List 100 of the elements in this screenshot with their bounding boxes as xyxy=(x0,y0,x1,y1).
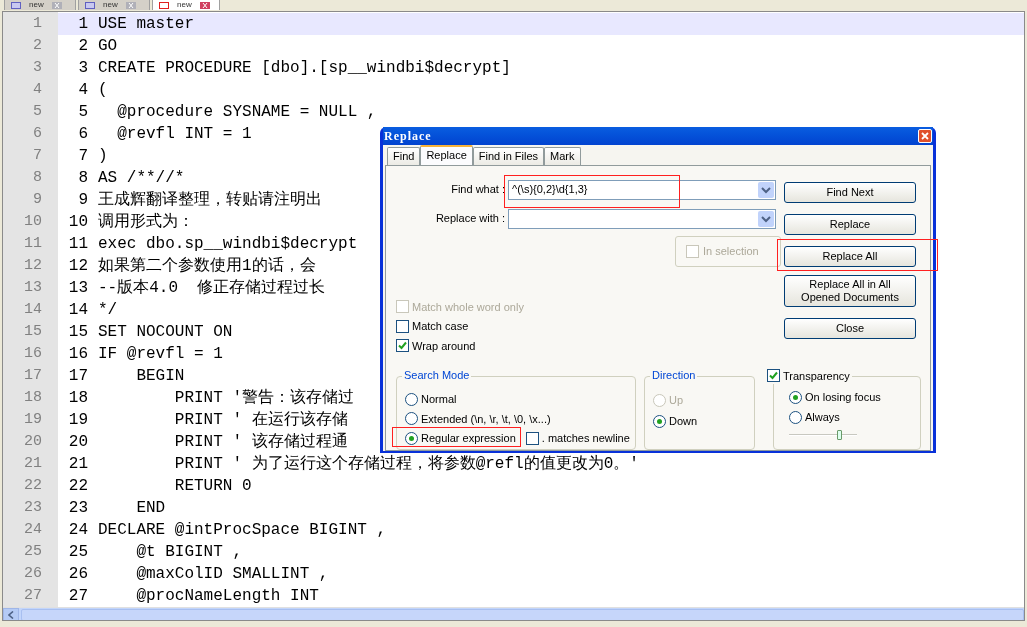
find-what-field[interactable]: ^(\s){0,2}\d{1,3} xyxy=(508,179,776,200)
code-text: @revfl INT = 1 xyxy=(116,124,252,145)
code-line-number: 11 xyxy=(67,234,88,255)
line-number: 4 xyxy=(32,80,43,100)
transparency-slider[interactable] xyxy=(789,429,857,440)
checkbox[interactable] xyxy=(396,339,409,353)
line-number: 23 xyxy=(23,498,43,518)
code-line-number: 6 xyxy=(77,124,88,145)
code-text: END xyxy=(135,498,166,519)
file-tab[interactable]: new xyxy=(4,0,76,10)
line-number: 20 xyxy=(23,432,43,452)
dialog-button[interactable]: Replace All in All Opened Documents xyxy=(784,275,916,307)
line-number: 11 xyxy=(23,234,43,254)
code-line-number: 20 xyxy=(67,432,88,453)
code-line-number: 15 xyxy=(67,322,88,343)
code-line-number: 19 xyxy=(67,410,88,431)
line-number: 13 xyxy=(23,278,43,298)
code-text: GO xyxy=(98,36,118,57)
radio-button[interactable] xyxy=(405,392,418,406)
code-text: 王成辉翻译整理，转贴请注明出 xyxy=(98,189,322,211)
close-icon xyxy=(199,1,210,9)
code-text: RETURN 0 xyxy=(173,476,252,497)
close-icon xyxy=(125,1,136,9)
line-number: 18 xyxy=(23,388,43,408)
code-line-number: 26 xyxy=(67,564,88,585)
line-number: 1 xyxy=(32,14,43,34)
code-line-number: 24 xyxy=(67,520,88,541)
code-line-number: 25 xyxy=(67,542,88,563)
file-icon xyxy=(11,1,21,9)
code-text: BEGIN xyxy=(135,366,185,387)
radio-button[interactable] xyxy=(405,412,418,426)
dialog-tab[interactable]: Find xyxy=(387,147,421,165)
line-number: 19 xyxy=(23,410,43,430)
code-text: CREATE PROCEDURE [dbo].[sp__windbi$decrypt] xyxy=(98,58,511,79)
scroll-left-button[interactable] xyxy=(3,608,19,620)
field-label: Find what : xyxy=(450,182,506,198)
code-text: exec dbo.sp__windbi$decrypt xyxy=(98,234,358,255)
line-number: 6 xyxy=(32,124,43,144)
line-number: 26 xyxy=(23,564,43,584)
code-line-number: 16 xyxy=(67,344,88,365)
radio-button[interactable] xyxy=(653,414,666,428)
line-number: 9 xyxy=(32,190,43,210)
radio-button[interactable] xyxy=(789,391,802,404)
close-icon xyxy=(51,1,62,9)
close-button[interactable] xyxy=(918,129,932,143)
checkbox-label: In selection xyxy=(703,244,759,260)
code-line-number: 9 xyxy=(77,190,88,211)
radio-button[interactable] xyxy=(405,431,418,445)
line-number: 14 xyxy=(23,300,43,320)
line-number: 10 xyxy=(23,212,43,232)
code-text: ( xyxy=(98,80,108,101)
code-line-number: 21 xyxy=(67,454,88,475)
line-number: 15 xyxy=(23,322,43,342)
code-line-number: 5 xyxy=(77,102,88,123)
line-number: 7 xyxy=(32,146,43,166)
replace-with-field[interactable] xyxy=(508,208,776,229)
code-line-number: 7 xyxy=(77,146,88,167)
radio-label: Always xyxy=(805,410,840,426)
radio-label: Down xyxy=(669,413,698,429)
dialog-button[interactable]: Replace All xyxy=(784,246,916,267)
code-text: PRINT ' 该存储过程通 xyxy=(173,431,348,453)
dialog-tab[interactable]: Replace xyxy=(420,145,473,165)
file-icon xyxy=(159,1,169,9)
code-line-number: 4 xyxy=(77,80,88,101)
code-text: PRINT ' 在运行该存储 xyxy=(173,409,348,431)
code-line-number: 8 xyxy=(77,168,88,189)
dialog-tab[interactable]: Mark xyxy=(544,147,581,165)
checkbox-label: . matches newline xyxy=(541,431,630,446)
file-tab[interactable]: new xyxy=(152,0,220,10)
code-text: --版本4.0 修正存储过程过长 xyxy=(98,278,326,299)
line-number: 2 xyxy=(32,36,43,56)
code-line-number: 2 xyxy=(77,36,88,57)
code-line-number: 3 xyxy=(77,58,88,79)
checkbox[interactable] xyxy=(767,369,780,383)
code-line-number: 17 xyxy=(67,366,88,387)
checkbox[interactable] xyxy=(525,431,539,445)
code-text: @procedure SYSNAME = NULL , xyxy=(116,102,377,123)
checkbox-label: Wrap around xyxy=(412,338,476,354)
dialog-button[interactable]: Replace xyxy=(784,214,916,235)
dialog-button[interactable]: Close xyxy=(784,318,916,339)
line-number: 16 xyxy=(23,344,43,364)
radio-label: Up xyxy=(669,392,684,408)
checkmark-icon xyxy=(769,371,778,381)
code-text: ) xyxy=(98,146,108,167)
dialog-tab[interactable]: Find in Files xyxy=(472,147,545,165)
code-text: IF @revfl = 1 xyxy=(98,344,223,365)
code-line-number: 27 xyxy=(67,586,88,607)
code-text: @t BIGINT , xyxy=(135,542,243,563)
checkbox-label: Match whole word only xyxy=(412,299,524,315)
radio-label: Extended (\n, \r, \t, \0, \x...) xyxy=(421,411,551,427)
file-tab[interactable]: new xyxy=(78,0,150,10)
code-text: DECLARE @intProcSpace BIGINT , xyxy=(98,520,387,541)
code-line-number: 22 xyxy=(67,476,88,497)
code-text: 如果第二个参数使用1的话，会 xyxy=(98,255,316,277)
file-icon xyxy=(85,1,95,9)
radio-button[interactable] xyxy=(789,411,802,424)
checkbox[interactable] xyxy=(396,319,409,333)
group-title: Direction xyxy=(652,367,696,382)
dialog-button[interactable]: Find Next xyxy=(784,182,916,203)
code-line-number: 23 xyxy=(67,498,88,519)
